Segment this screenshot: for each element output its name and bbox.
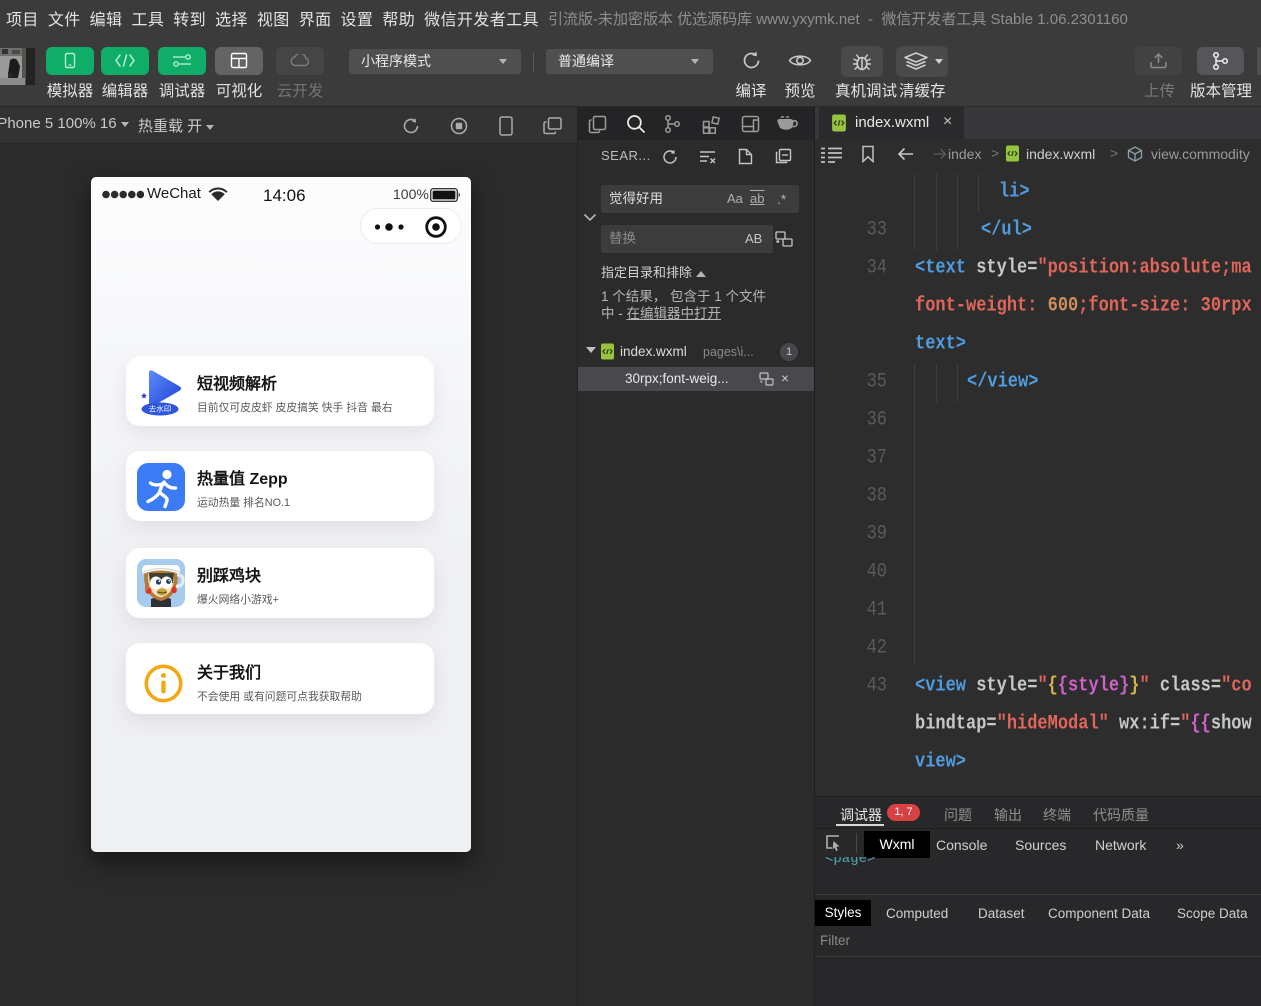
svg-text:去水印: 去水印	[149, 404, 172, 414]
